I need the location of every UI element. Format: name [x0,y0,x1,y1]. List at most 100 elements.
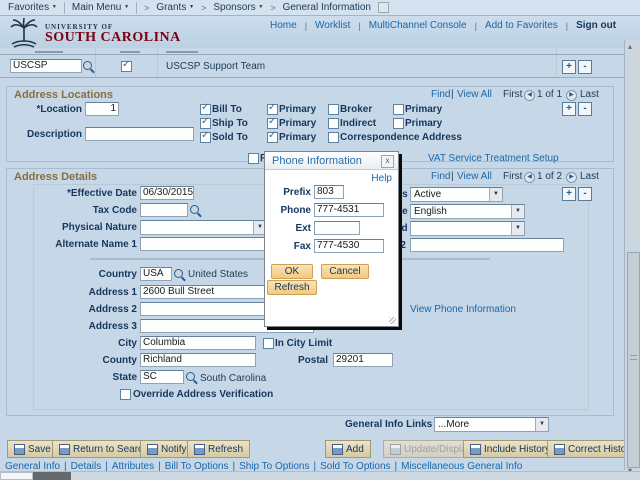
previous-page-icon[interactable]: ◀ [524,172,535,183]
dialog-help-link[interactable]: Help [371,173,392,184]
in-city-limit-checkbox[interactable] [263,338,274,349]
postal-field[interactable]: 29201 [333,353,393,367]
breadcrumb-separator: > [144,2,150,13]
cancel-button[interactable]: Cancel [321,264,369,279]
county-field[interactable]: Richland [140,353,256,367]
horizontal-scrollbar[interactable] [0,471,640,480]
breadcrumb-favorites[interactable]: Favorites ▼ [8,2,57,13]
tax-code-field[interactable] [140,203,188,217]
add-address-button[interactable]: + [562,187,576,201]
vat-service-treatment-setup-link[interactable]: VAT Service Treatment Setup [428,153,559,164]
primary-label: Primary [405,118,443,129]
address2-label: Address 2 [88,304,137,315]
view-all-link[interactable]: View All [457,171,492,182]
ok-button[interactable]: OK [271,264,313,279]
effective-date-field[interactable]: 06/30/2015 [140,186,194,200]
sold-to-checkbox[interactable] [200,130,211,143]
ship-to-checkbox[interactable] [200,116,211,129]
nav-add-to-favorites[interactable]: Add to Favorites [485,20,558,31]
add-row-button[interactable]: + [562,60,576,74]
description-field[interactable] [85,127,194,141]
next-page-icon[interactable]: ▶ [566,90,577,101]
remit-checkbox[interactable] [248,153,259,164]
first-label[interactable]: First [503,89,522,100]
delete-address-button[interactable]: - [578,187,592,201]
find-link[interactable]: Find [431,171,450,182]
phone-label: Phone [280,205,311,216]
nav-worklist[interactable]: Worklist [315,20,350,31]
country-field[interactable]: USA [140,267,172,281]
last-label[interactable]: Last [580,89,599,100]
notify-button[interactable]: Notify [140,440,194,458]
city-field[interactable]: Columbia [140,336,256,350]
state-field[interactable]: SC [140,370,184,384]
page-indicator: 1 of 2 [537,171,563,182]
scrollbar-grip [630,355,637,360]
ext-field[interactable] [314,221,360,235]
bill-to-primary-checkbox[interactable] [267,102,278,115]
language-select[interactable]: English ▼ [410,204,525,219]
phone-field[interactable]: 777-4531 [314,203,384,217]
prefix-field[interactable]: 803 [314,185,344,199]
indirect-primary-checkbox[interactable] [393,118,404,129]
sponsor-default-checkbox[interactable] [121,59,132,72]
nav-sign-out[interactable]: Sign out [576,20,616,31]
add-button[interactable]: Add [325,440,371,458]
indirect-label: Indirect [340,118,377,129]
nav-multichannel-console[interactable]: MultiChannel Console [369,20,467,31]
tax-code-lookup-icon[interactable] [190,205,199,214]
ship-to-primary-checkbox[interactable] [267,116,278,129]
status-select[interactable]: Active ▼ [410,187,503,202]
delete-row-button[interactable]: - [578,60,592,74]
broker-primary-checkbox[interactable] [393,104,404,115]
fax-field[interactable]: 777-4530 [314,239,384,253]
refresh-button[interactable]: Refresh [187,440,251,458]
view-all-link[interactable]: View All [457,89,492,100]
bill-to-label: Bill To [212,104,242,115]
close-icon[interactable]: x [381,155,394,168]
save-button[interactable]: Save [7,440,58,458]
broker-checkbox[interactable] [328,104,339,115]
nav-home[interactable]: Home [270,20,297,31]
scroll-up-icon[interactable]: ▴ [628,42,632,51]
primary-label: Primary [279,118,317,129]
dialog-refresh-button[interactable]: Refresh [267,280,317,295]
address-locations-title: Address Locations [14,89,114,101]
ext-label: Ext [295,223,311,234]
primary-label: Primary [405,104,443,115]
sponsor-lookup-icon[interactable] [83,61,92,70]
resize-grip[interactable] [389,317,396,324]
horizontal-scrollbar-track-start[interactable] [0,472,33,480]
state-lookup-icon[interactable] [186,372,195,381]
override-address-verification-checkbox[interactable] [120,389,131,400]
breadcrumb-grants[interactable]: Grants ▼ [156,2,194,13]
sponsor-id-field[interactable]: USCSP [10,59,82,73]
bill-to-checkbox[interactable] [200,102,211,115]
delete-location-button[interactable]: - [578,102,592,116]
last-label[interactable]: Last [580,171,599,182]
next-page-icon[interactable]: ▶ [566,172,577,183]
physical-nature-select[interactable]: ▼ [140,220,267,235]
breadcrumb-main-menu[interactable]: Main Menu ▼ [72,2,129,13]
find-link[interactable]: Find [431,89,450,100]
sold-to-primary-checkbox[interactable] [267,130,278,143]
country-lookup-icon[interactable] [174,269,183,278]
correspondence-address-checkbox[interactable] [328,132,339,143]
horizontal-scrollbar-thumb[interactable] [33,472,71,480]
chevron-down-icon: ▼ [258,4,264,10]
add-location-button[interactable]: + [562,102,576,116]
dialog-titlebar[interactable]: Phone Information x [265,152,398,170]
first-label[interactable]: First [503,171,522,182]
location-field[interactable]: 1 [85,102,119,116]
indirect-checkbox[interactable] [328,118,339,129]
view-phone-information-link[interactable]: View Phone Information [410,304,516,315]
previous-page-icon[interactable]: ◀ [524,90,535,101]
add-icon [332,443,343,455]
university-logo [6,17,42,50]
vertical-scrollbar-thumb[interactable] [627,252,640,468]
general-info-links-select[interactable]: ...More ▼ [434,417,549,432]
breadcrumb-sponsors[interactable]: Sponsors ▼ [213,2,263,13]
clipped-select[interactable]: ▼ [410,221,525,236]
alternate-name2-field[interactable] [410,238,564,252]
include-history-button[interactable]: Include History [463,440,558,458]
